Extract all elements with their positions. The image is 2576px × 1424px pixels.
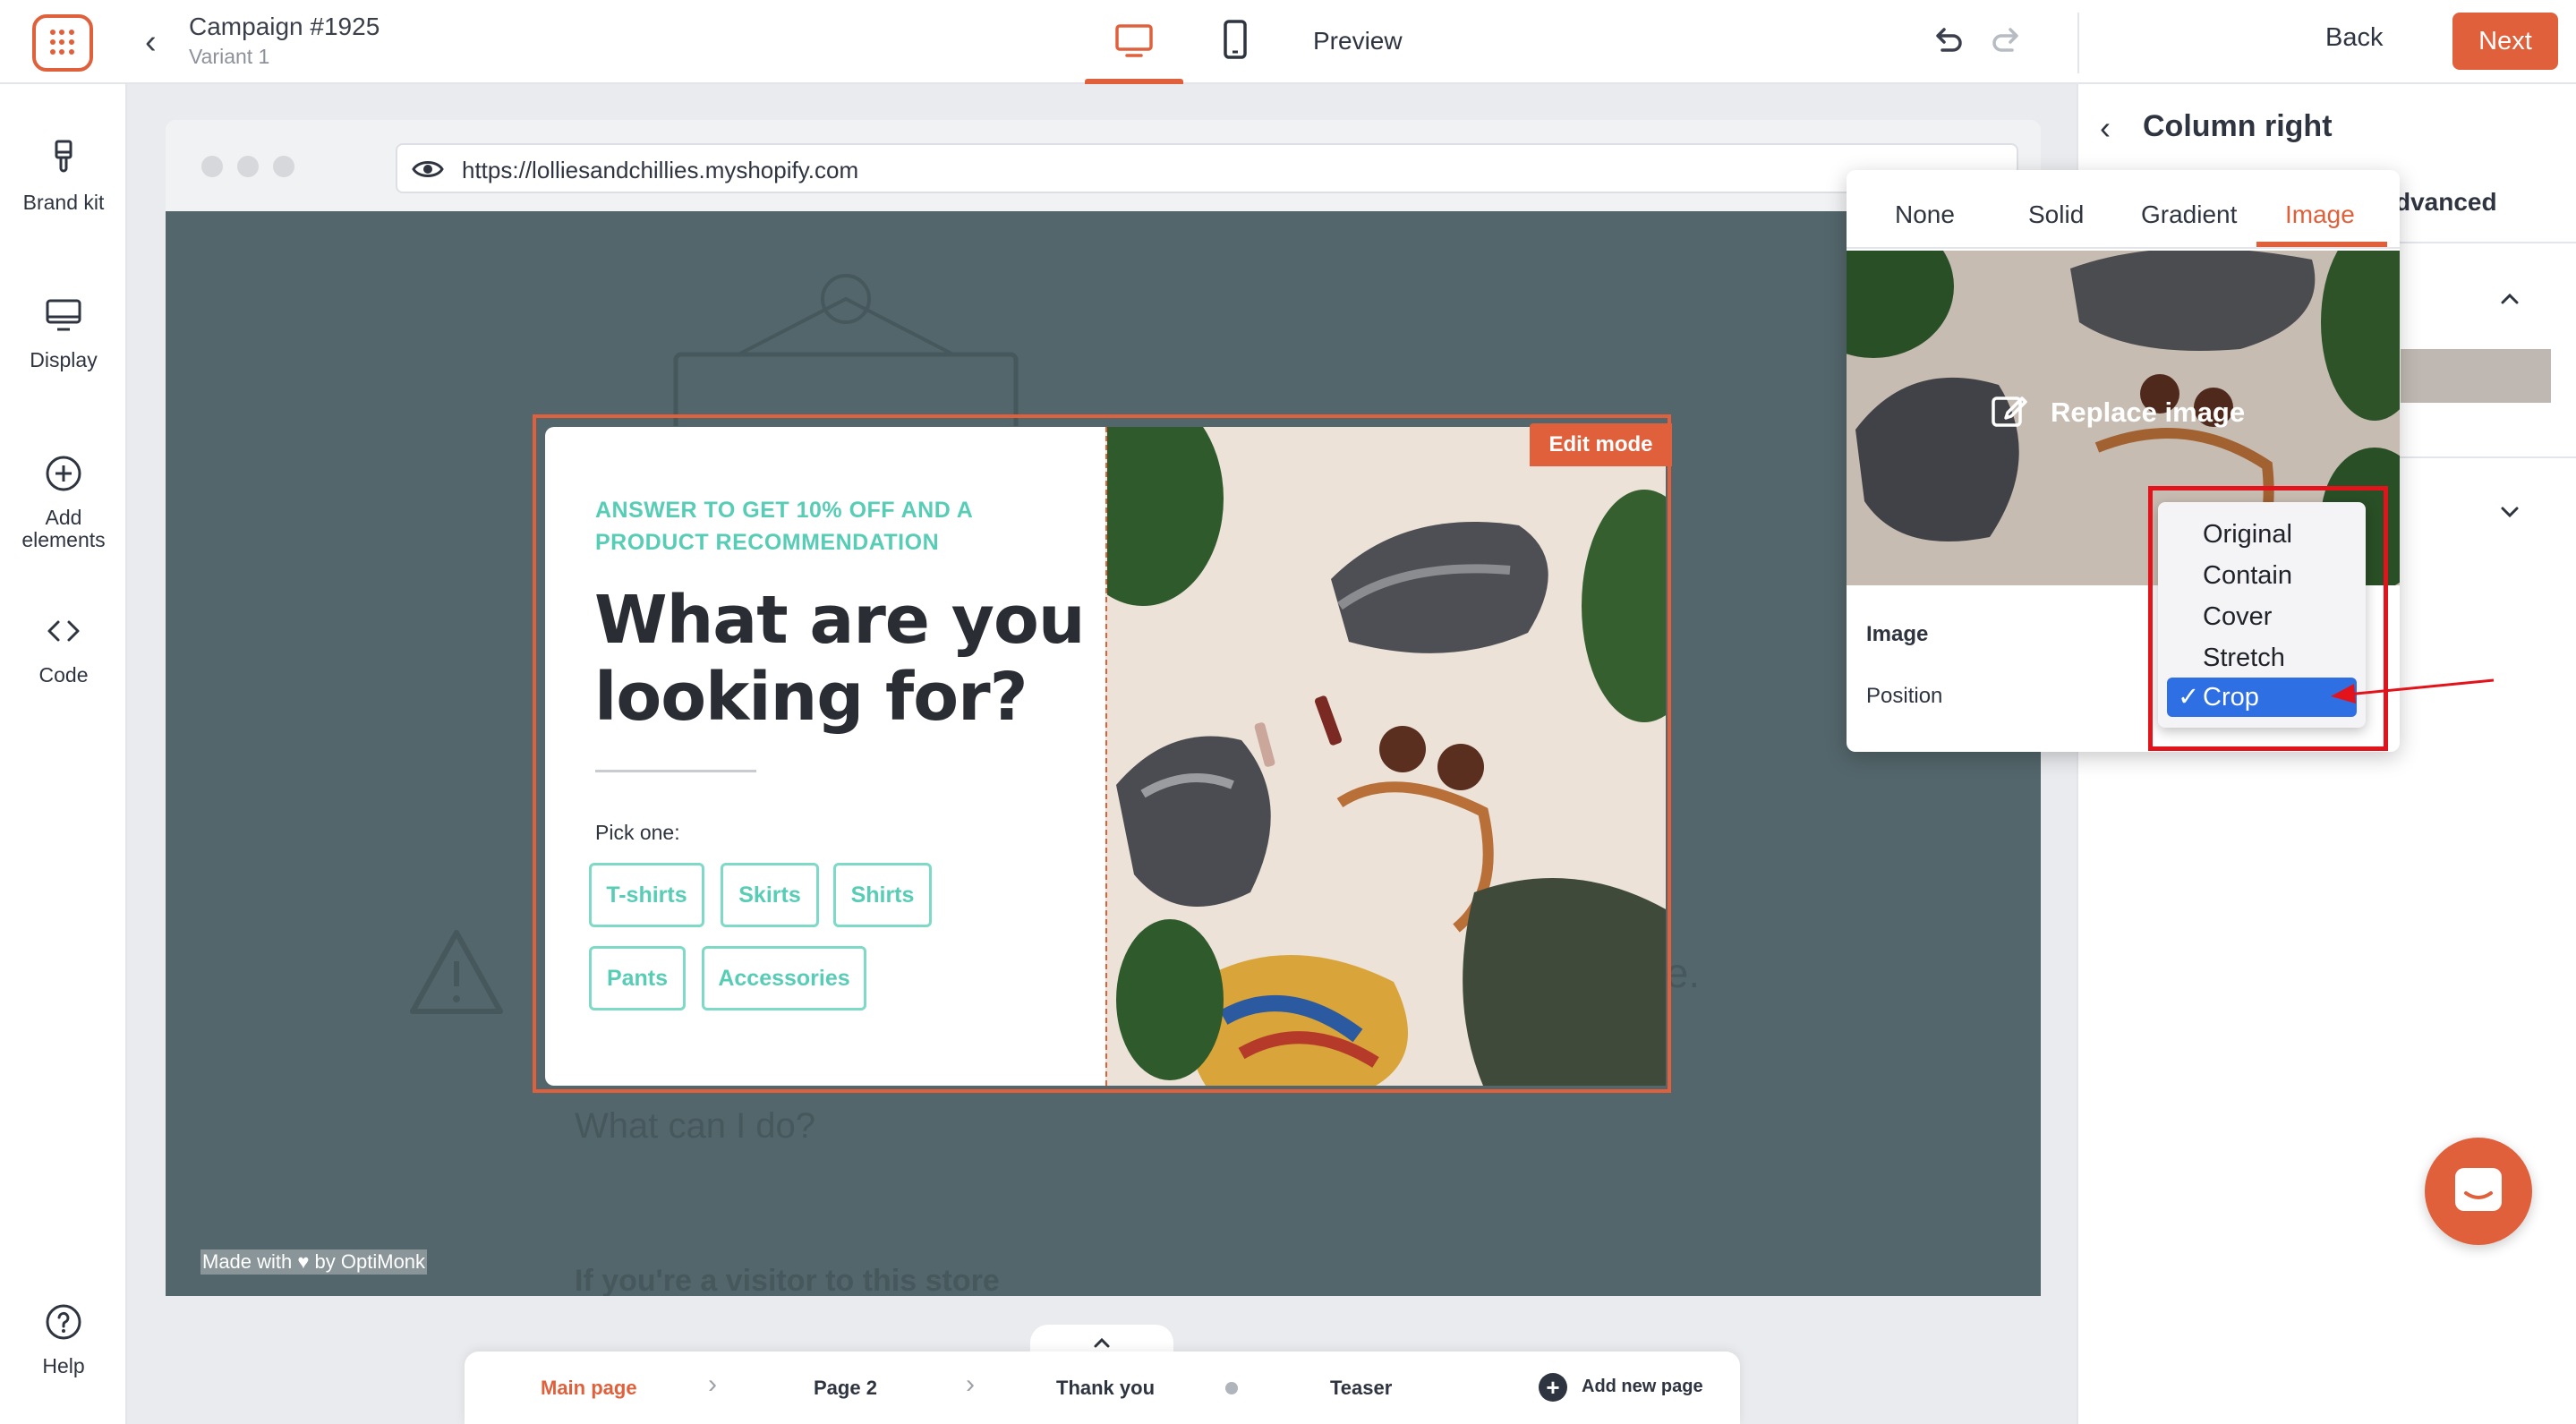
toolbar-divider [2077, 13, 2079, 73]
sidebar-item-help[interactable]: Help [0, 1301, 127, 1377]
chevron-right-icon: › [708, 1369, 717, 1399]
monitor-icon [46, 299, 81, 331]
redo-icon[interactable] [1989, 23, 2025, 59]
warning-icon [410, 930, 503, 1014]
chevron-up-icon[interactable] [2495, 288, 2524, 310]
mobile-icon[interactable] [1213, 18, 1258, 63]
store-closed-sign-icon [673, 274, 1019, 426]
sidebar-item-label: Code [38, 663, 89, 686]
chevron-up-icon [1094, 1337, 1110, 1348]
eye-icon [412, 161, 444, 177]
store-ghost-heading: What can I do? [575, 1106, 816, 1146]
option-chip-pants[interactable]: Pants [589, 946, 686, 1010]
app-logo[interactable] [32, 14, 93, 72]
url-bar: https://lolliesandchillies.myshopify.com [396, 143, 2018, 193]
plus-circle-icon [46, 456, 81, 491]
page-tab-thank-you[interactable]: Thank you [1056, 1377, 1155, 1400]
popup-right-column[interactable] [1105, 427, 1666, 1086]
sidebar-item-label: Add elements [21, 506, 106, 552]
image-label: Image [1866, 622, 1929, 646]
add-new-page-button[interactable]: Add new page [1582, 1377, 1703, 1397]
window-dot [201, 156, 223, 177]
variant-label: Variant 1 [189, 45, 270, 68]
chevron-right-icon: › [966, 1369, 975, 1399]
chat-icon [2455, 1168, 2502, 1211]
edit-mode-badge[interactable]: Edit mode [1530, 423, 1672, 466]
add-page-icon[interactable]: + [1539, 1373, 1567, 1402]
desktop-view-tab[interactable] [1085, 0, 1183, 84]
back-chevron-icon[interactable]: ‹ [145, 25, 157, 59]
back-button[interactable]: Back [2325, 23, 2383, 53]
panel-title: Column right [2143, 109, 2333, 143]
browser-toolbar: https://lolliesandchillies.myshopify.com [166, 120, 2041, 211]
pick-one-label: Pick one: [595, 821, 680, 844]
code-icon [47, 620, 80, 642]
window-dot [273, 156, 294, 177]
pages-navigator: Main page › Page 2 › Thank you Teaser + … [465, 1352, 1740, 1424]
tab-none[interactable]: None [1895, 200, 1955, 229]
edit-image-icon [1992, 397, 2027, 427]
window-dot [237, 156, 259, 177]
sidebar-item-label: Brand kit [22, 191, 105, 214]
tab-solid[interactable]: Solid [2028, 200, 2084, 229]
preview-button[interactable]: Preview [1313, 27, 1403, 55]
page-tab-teaser[interactable]: Teaser [1330, 1377, 1392, 1400]
position-label: Position [1866, 684, 1943, 708]
option-chip-tshirts[interactable]: T-shirts [589, 863, 704, 927]
fashion-flatlay-image [1107, 427, 1666, 1086]
sidebar-item-code[interactable]: Code [0, 610, 127, 686]
help-icon [46, 1304, 81, 1340]
brush-icon [55, 140, 73, 173]
url-text: https://lolliesandchillies.myshopify.com [462, 157, 859, 183]
option-chip-shirts[interactable]: Shirts [833, 863, 932, 927]
tab-gradient[interactable]: Gradient [2141, 200, 2237, 229]
page-tab-page-2[interactable]: Page 2 [814, 1377, 877, 1400]
tabs-divider [1847, 247, 2400, 249]
annotation-arrow-icon [2331, 678, 2495, 703]
popup-kicker-text[interactable]: ANSWER TO GET 10% OFF AND A PRODUCT RECO… [595, 494, 1007, 559]
sidebar-item-brand-kit[interactable]: Brand kit [0, 138, 127, 214]
left-sidebar: Brand kit Display Add elements Code Help [0, 84, 127, 1424]
desktop-icon [1115, 24, 1153, 57]
campaign-title: Campaign #1925 [189, 13, 380, 40]
next-button[interactable]: Next [2452, 13, 2558, 70]
undo-icon[interactable] [1930, 23, 1966, 59]
tab-advanced[interactable]: dvanced [2395, 188, 2497, 217]
chat-launcher-button[interactable] [2425, 1138, 2532, 1245]
top-bar: ‹ Campaign #1925 Variant 1 Preview Back … [0, 0, 2576, 84]
option-chip-skirts[interactable]: Skirts [721, 863, 819, 927]
sidebar-item-display[interactable]: Display [0, 295, 127, 371]
popup-headline[interactable]: What are you looking for? [594, 582, 1096, 736]
chevron-down-icon[interactable] [2495, 501, 2524, 523]
sidebar-item-add-elements[interactable]: Add elements [0, 453, 127, 552]
popup-divider [595, 770, 756, 772]
page-tab-main[interactable]: Main page [541, 1377, 637, 1400]
made-with-optimonk[interactable]: Made with ♥ by OptiMonk [200, 1249, 428, 1275]
background-image-thumbnail[interactable] [2401, 349, 2551, 403]
tab-image[interactable]: Image [2285, 200, 2355, 229]
option-chip-accessories[interactable]: Accessories [702, 946, 866, 1010]
sidebar-item-label: Display [30, 348, 98, 371]
store-ghost-subheading: If you're a visitor to this store [575, 1264, 1000, 1296]
panel-back-chevron-icon[interactable]: ‹ [2100, 109, 2111, 147]
sidebar-item-label: Help [42, 1354, 85, 1377]
replace-image-button[interactable]: Replace image [2051, 397, 2245, 429]
annotation-highlight-box [2148, 486, 2388, 751]
separator-dot [1225, 1382, 1238, 1394]
